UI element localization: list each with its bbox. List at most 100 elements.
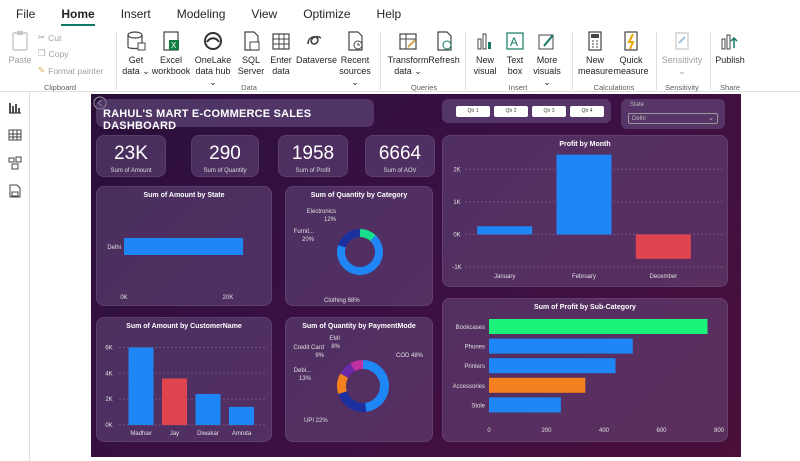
ribbon-separator bbox=[465, 32, 466, 90]
x-tick-label: Jay bbox=[170, 431, 179, 437]
enter-data-button[interactable]: Enter data bbox=[266, 30, 296, 77]
menu-insert[interactable]: Insert bbox=[121, 7, 151, 21]
menu-view[interactable]: View bbox=[251, 7, 277, 21]
cut-label: Cut bbox=[48, 32, 62, 43]
category-label: Printers bbox=[464, 364, 485, 370]
table-view-icon[interactable] bbox=[8, 128, 22, 142]
new-measure-button[interactable]: New measure bbox=[578, 30, 613, 77]
slice-label: Electronics bbox=[307, 209, 336, 215]
brush-icon: ✎ bbox=[38, 65, 46, 75]
excel-label: Excel workbook bbox=[151, 55, 191, 76]
new-visual-button[interactable]: New visual bbox=[470, 30, 500, 77]
x-tick-label: 400 bbox=[599, 428, 610, 434]
chart-svg: Bookcases Phones Printers Accessories Stole 0… bbox=[453, 319, 725, 434]
report-view-icon[interactable] bbox=[8, 100, 22, 114]
quick-measure-button[interactable]: Quick measure bbox=[612, 30, 650, 77]
chart-svg: 6K 4K 2K 0K Madhav Jay Diwakar Amruta bbox=[105, 345, 267, 437]
x-tick-label: Diwakar bbox=[197, 431, 219, 437]
sql-server-button[interactable]: SQL Server bbox=[236, 30, 266, 77]
chart-profit-by-month[interactable]: Profit by Month 2K 1K 0K -1K January February… bbox=[442, 135, 728, 287]
dataverse-button[interactable]: Dataverse bbox=[296, 30, 337, 66]
model-view-icon[interactable] bbox=[8, 156, 22, 170]
format-painter-button[interactable]: ✎ Format painter bbox=[38, 65, 103, 76]
x-tick-label: 0 bbox=[487, 428, 491, 434]
calculator-icon bbox=[588, 31, 602, 51]
category-label: Stole bbox=[471, 403, 485, 409]
menu-file[interactable]: File bbox=[16, 7, 35, 21]
chart-amount-by-state[interactable]: Sum of Amount by State Delhi 0K 20K bbox=[96, 186, 272, 306]
x-tick-label: 800 bbox=[714, 428, 725, 434]
slicer-qtr1[interactable]: Qtr 1 bbox=[456, 106, 490, 117]
menu-optimize[interactable]: Optimize bbox=[303, 7, 350, 21]
chart-amount-by-customer[interactable]: Sum of Amount by CustomerName 6K 4K 2K 0K Ma… bbox=[96, 317, 272, 442]
slice-label: 13% bbox=[299, 376, 312, 382]
kpi-card-profit: 1958 Sum of Profit bbox=[278, 135, 348, 177]
slice-label: 12% bbox=[324, 217, 337, 223]
x-tick-label: Amruta bbox=[232, 431, 252, 437]
group-clipboard: Clipboard bbox=[43, 83, 77, 92]
recent-sources-button[interactable]: Recent sources ⌄ bbox=[336, 30, 374, 88]
get-data-button[interactable]: Get data ⌄ bbox=[122, 30, 150, 77]
chevron-down-icon: ⌄ bbox=[708, 115, 714, 122]
chart-quantity-by-category[interactable]: Sum of Quantity by Category Clothing 68%… bbox=[285, 186, 433, 306]
chart-svg: Clothing 68% Furnit... 20% Electronics 12% bbox=[294, 209, 383, 304]
dashboard: RAHUL'S MART E-COMMERCE SALES DASHBOARD … bbox=[91, 94, 741, 457]
bar bbox=[124, 238, 244, 255]
state-slicer: State Delhi ⌄ bbox=[621, 99, 725, 129]
slice-label: 8% bbox=[331, 344, 340, 350]
x-tick-label: 20K bbox=[223, 295, 234, 301]
slice-label: Debi... bbox=[294, 368, 312, 374]
slicer-qtr2[interactable]: Qtr 2 bbox=[494, 106, 528, 117]
more-visuals-button[interactable]: More visuals ⌄ bbox=[529, 30, 565, 88]
slicer-qtr3[interactable]: Qtr 3 bbox=[532, 106, 566, 117]
slice-label: Furnit... bbox=[294, 229, 315, 235]
ribbon-separator bbox=[380, 32, 381, 90]
bar bbox=[556, 154, 612, 235]
chart-quantity-by-paymentmode[interactable]: Sum of Quantity by PaymentMode COD 48% UP… bbox=[285, 317, 433, 442]
svg-text:A: A bbox=[510, 35, 518, 49]
excel-icon: X bbox=[163, 31, 179, 51]
category-label: Phones bbox=[465, 345, 485, 351]
state-dropdown[interactable]: Delhi ⌄ bbox=[628, 113, 718, 124]
menu-home[interactable]: Home bbox=[61, 7, 96, 26]
chart-profit-by-subcategory[interactable]: Sum of Profit by Sub-Category Bookcases P… bbox=[442, 298, 728, 442]
sensitivity-button[interactable]: Sensitivity ⌄ bbox=[660, 30, 704, 77]
transform-label: Transform data ⌄ bbox=[387, 55, 429, 76]
transform-icon bbox=[399, 33, 417, 50]
cut-button[interactable]: ✂ Cut bbox=[38, 32, 61, 43]
y-tick-label: 2K bbox=[453, 167, 460, 173]
database-icon bbox=[127, 31, 146, 51]
bar bbox=[489, 397, 561, 413]
dax-query-view-icon[interactable] bbox=[8, 184, 22, 198]
publish-button[interactable]: Publish bbox=[714, 30, 746, 66]
group-data: Data bbox=[241, 83, 257, 92]
menu-modeling[interactable]: Modeling bbox=[177, 7, 226, 21]
y-tick-label: 2K bbox=[105, 397, 112, 403]
text-box-button[interactable]: A Text box bbox=[502, 30, 528, 77]
group-sensitivity: Sensitivity bbox=[665, 83, 699, 92]
state-dropdown-value: Delhi bbox=[632, 116, 646, 122]
bar bbox=[489, 358, 616, 374]
onelake-button[interactable]: OneLake data hub ⌄ bbox=[193, 30, 233, 88]
textbox-icon: A bbox=[506, 32, 524, 50]
excel-workbook-button[interactable]: X Excel workbook bbox=[150, 30, 192, 77]
y-tick-label: 1K bbox=[453, 200, 460, 206]
refresh-label: Refresh bbox=[428, 55, 460, 65]
copy-button[interactable]: ❐ Copy bbox=[38, 48, 68, 59]
category-label: Accessories bbox=[453, 384, 485, 390]
slicer-qtr4[interactable]: Qtr 4 bbox=[570, 106, 604, 117]
sensitivity-icon bbox=[675, 32, 689, 50]
paste-button[interactable]: Paste bbox=[6, 30, 34, 66]
x-tick-label: 0K bbox=[120, 295, 127, 301]
bar bbox=[162, 378, 187, 425]
kpi-value: 290 bbox=[209, 143, 241, 164]
menu-help[interactable]: Help bbox=[377, 7, 402, 21]
group-share: Share bbox=[719, 83, 740, 92]
y-tick-label: 4K bbox=[105, 371, 112, 377]
svg-text:X: X bbox=[171, 41, 177, 50]
donut-slice bbox=[363, 360, 389, 412]
kpi-label: Sum of Quantity bbox=[203, 168, 247, 174]
transform-data-button[interactable]: Transform data ⌄ bbox=[386, 30, 430, 77]
recent-icon bbox=[348, 31, 363, 51]
refresh-button[interactable]: Refresh bbox=[428, 30, 460, 66]
